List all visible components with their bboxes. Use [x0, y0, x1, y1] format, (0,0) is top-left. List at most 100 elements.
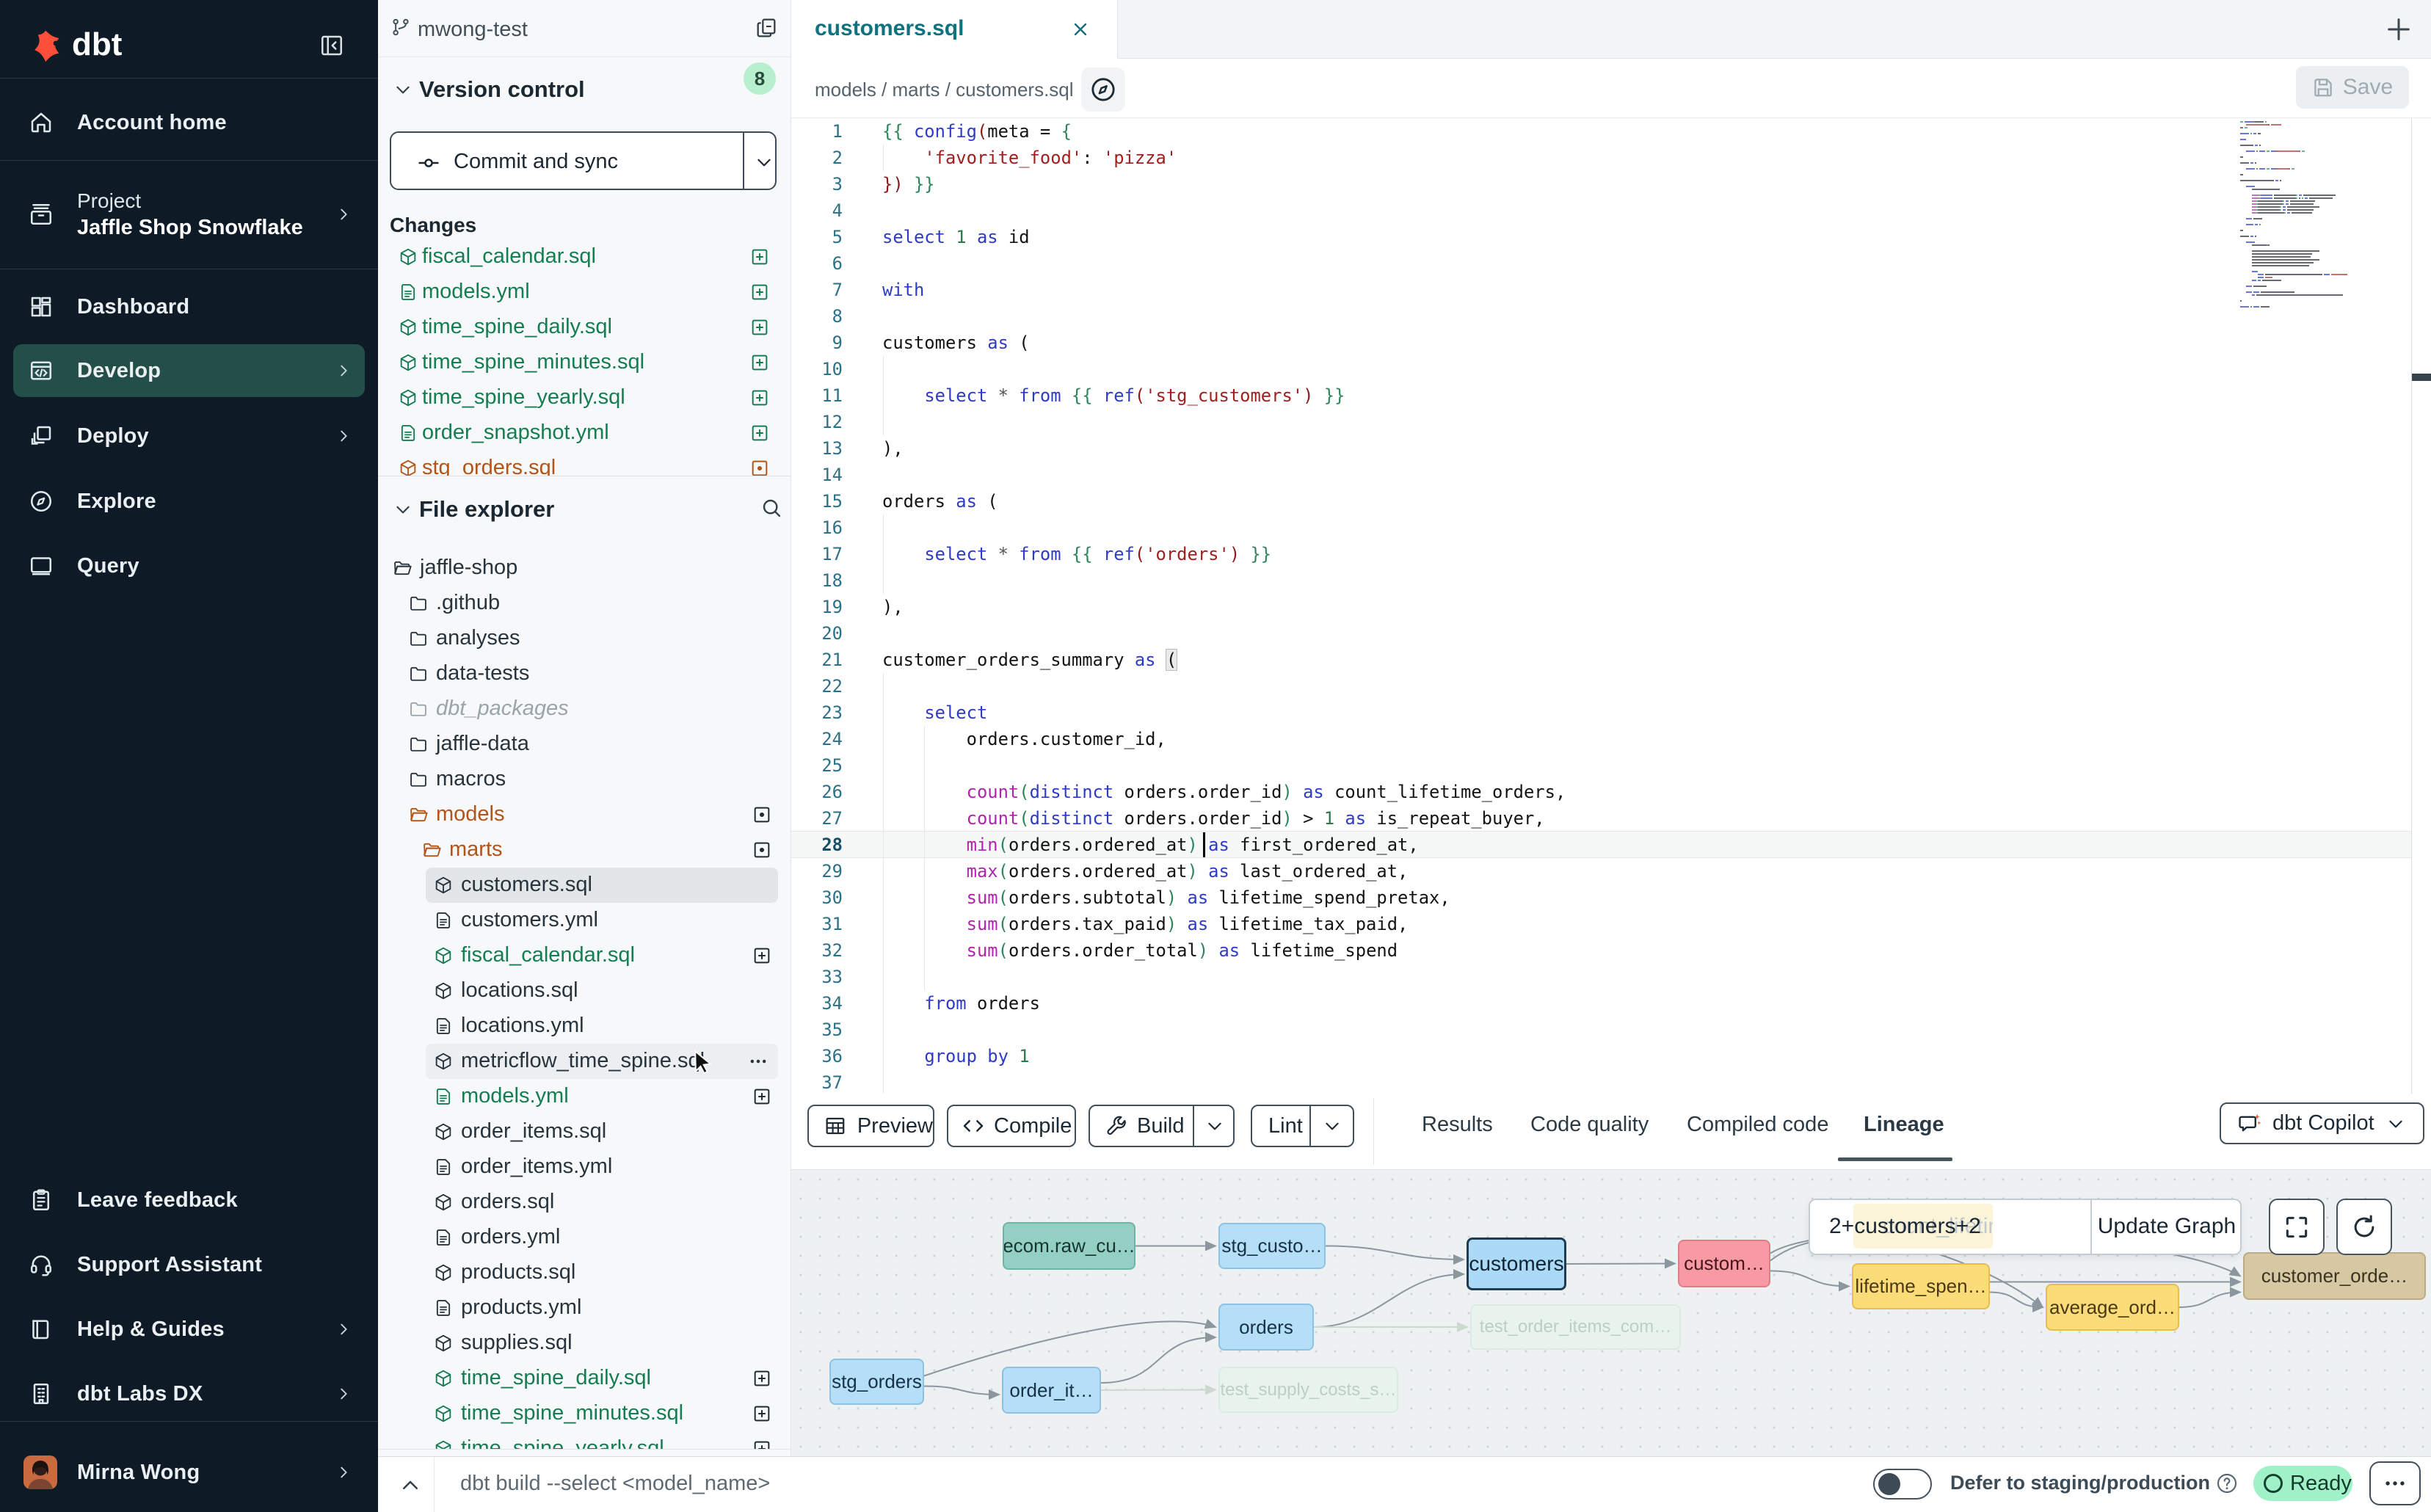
- sidebar-item-explore[interactable]: Explore: [0, 469, 378, 534]
- tab-code-quality[interactable]: Code quality: [1530, 1113, 1649, 1137]
- lineage-node-stgo[interactable]: stg_orders: [829, 1359, 924, 1405]
- sidebar-item-leave-feedback[interactable]: Leave feedback: [0, 1168, 378, 1232]
- lineage-node-tsc[interactable]: test_supply_costs_s…: [1218, 1367, 1398, 1413]
- tab-lineage[interactable]: Lineage: [1864, 1113, 1944, 1137]
- tree-item-locations-yml[interactable]: locations.yml: [378, 1008, 791, 1044]
- build-button[interactable]: Build: [1089, 1105, 1235, 1147]
- sidebar-item-develop[interactable]: Develop: [0, 338, 378, 403]
- preview-button[interactable]: Preview: [807, 1105, 934, 1147]
- change-row[interactable]: time_spine_minutes.sql: [378, 345, 791, 380]
- sidebar-collapse-icon[interactable]: [319, 32, 345, 59]
- lineage-node-oit[interactable]: order_it…: [1002, 1367, 1101, 1414]
- line-number: 28: [791, 832, 843, 858]
- change-row[interactable]: order_snapshot.yml: [378, 415, 791, 451]
- line-number: 1: [791, 118, 843, 145]
- lineage-node-avg[interactable]: average_ord…: [2046, 1284, 2179, 1331]
- editor-scrollbar-thumb[interactable]: [2412, 374, 2431, 381]
- lineage-search-input[interactable]: 2+customers+2: [1829, 1214, 1981, 1239]
- tab-compiled-code[interactable]: Compiled code: [1687, 1113, 1828, 1137]
- tree-item-models-yml[interactable]: models.yml: [378, 1079, 791, 1114]
- tree-item-order-items-sql[interactable]: order_items.sql: [378, 1114, 791, 1149]
- chevron-down-icon[interactable]: [755, 153, 774, 172]
- lineage-node-custom[interactable]: custom…: [1678, 1240, 1770, 1287]
- line-number: 5: [791, 224, 843, 250]
- lineage-search-box[interactable]: count_lifetim 2+customers+2 Update Graph: [1809, 1199, 2242, 1255]
- sidebar-item-project[interactable]: Project Jaffle Shop Snowflake: [0, 173, 378, 255]
- sidebar-item-user[interactable]: Mirna Wong: [0, 1440, 378, 1505]
- sidebar-item-dbt-labs-dx[interactable]: dbt Labs DX: [0, 1362, 378, 1426]
- lineage-graph[interactable]: ecom.raw_cu… stg_custo… customers custom… or…: [791, 1169, 2431, 1456]
- tree-item-jaffle-data[interactable]: jaffle-data: [378, 727, 791, 762]
- tree-item-macros[interactable]: macros: [378, 762, 791, 797]
- lineage-node-stgc[interactable]: stg_custo…: [1218, 1223, 1326, 1269]
- build-options-chevron[interactable]: [1205, 1116, 1224, 1135]
- change-row[interactable]: fiscal_calendar.sql: [378, 239, 791, 275]
- sidebar-item-deploy[interactable]: Deploy: [0, 404, 378, 468]
- lineage-node-toi[interactable]: test_order_items_com…: [1470, 1304, 1681, 1350]
- commit-and-sync-button[interactable]: Commit and sync: [390, 131, 777, 190]
- tree-item-data-tests[interactable]: data-tests: [378, 656, 791, 691]
- command-input[interactable]: dbt build --select <model_name>: [460, 1472, 770, 1496]
- lineage-node-ecom[interactable]: ecom.raw_cu…: [1003, 1222, 1135, 1270]
- lint-button[interactable]: Lint: [1251, 1105, 1354, 1147]
- tree-item-metricflow-time-spine-sql[interactable]: metricflow_time_spine.sql: [378, 1044, 791, 1079]
- help-icon[interactable]: [2215, 1472, 2239, 1495]
- lineage-node-customers[interactable]: customers: [1467, 1237, 1566, 1290]
- lineage-node-life[interactable]: lifetime_spen…: [1852, 1263, 1990, 1309]
- change-row[interactable]: models.yml: [378, 275, 791, 310]
- change-row[interactable]: time_spine_yearly.sql: [378, 380, 791, 415]
- tree-item-products-yml[interactable]: products.yml: [378, 1290, 791, 1326]
- defer-toggle[interactable]: [1873, 1469, 1932, 1500]
- tree-item-jaffle-shop[interactable]: jaffle-shop: [378, 550, 791, 586]
- tree-item--github[interactable]: .github: [378, 586, 791, 621]
- tree-item-products-sql[interactable]: products.sql: [378, 1255, 791, 1290]
- tree-item-locations-sql[interactable]: locations.sql: [378, 973, 791, 1008]
- tree-item-models[interactable]: models: [378, 797, 791, 832]
- lint-options-chevron[interactable]: [1323, 1116, 1342, 1135]
- tree-item-customers-yml[interactable]: customers.yml: [378, 903, 791, 938]
- more-options-button[interactable]: [2369, 1461, 2421, 1505]
- lineage-node-orders[interactable]: orders: [1218, 1304, 1314, 1351]
- sidebar-item-help-guides[interactable]: Help & Guides: [0, 1297, 378, 1362]
- expand-command-bar-chevron[interactable]: [399, 1475, 421, 1497]
- tree-item-time-spine-yearly-sql[interactable]: time_spine_yearly.sql: [378, 1431, 791, 1449]
- change-row[interactable]: stg_orders.sql: [378, 451, 791, 476]
- new-tab-button[interactable]: [2384, 15, 2413, 44]
- editor-minimap[interactable]: [2240, 121, 2431, 319]
- save-button[interactable]: Save: [2296, 66, 2409, 109]
- tab-results[interactable]: Results: [1422, 1113, 1493, 1137]
- indent-guide: [883, 356, 884, 435]
- tree-item-time-spine-daily-sql[interactable]: time_spine_daily.sql: [378, 1361, 791, 1396]
- code-line: from orders: [882, 990, 1040, 1017]
- dbt-copilot-button[interactable]: dbt Copilot: [2220, 1102, 2424, 1144]
- tree-item-fiscal-calendar-sql[interactable]: fiscal_calendar.sql: [378, 938, 791, 973]
- tree-item-analyses[interactable]: analyses: [378, 621, 791, 656]
- tree-item-marts[interactable]: marts: [378, 832, 791, 868]
- tree-item-orders-sql[interactable]: orders.sql: [378, 1185, 791, 1220]
- chevron-down-icon[interactable]: [393, 500, 413, 519]
- sidebar-item-account-home[interactable]: Account home: [0, 90, 378, 155]
- file-name: time_spine_minutes.sql: [461, 1401, 683, 1425]
- close-tab-icon[interactable]: [1070, 19, 1091, 40]
- tree-item-time-spine-minutes-sql[interactable]: time_spine_minutes.sql: [378, 1396, 791, 1431]
- fullscreen-button[interactable]: [2269, 1199, 2325, 1255]
- open-lineage-button[interactable]: [1081, 68, 1125, 112]
- sidebar-item-query[interactable]: Query: [0, 534, 378, 598]
- search-icon[interactable]: [760, 496, 783, 520]
- tab-customers-sql[interactable]: customers.sql: [791, 0, 1118, 59]
- code-editor[interactable]: 1234567891011121314151617181920212223242…: [791, 117, 2431, 1094]
- refresh-button[interactable]: [2336, 1199, 2392, 1255]
- chevron-down-icon[interactable]: [393, 80, 413, 99]
- copy-icon[interactable]: [755, 16, 778, 40]
- sidebar-item-support-assistant[interactable]: Support Assistant: [0, 1232, 378, 1297]
- tree-item-customers-sql[interactable]: customers.sql: [378, 868, 791, 903]
- update-graph-button[interactable]: Update Graph: [2092, 1214, 2242, 1239]
- tree-item-supplies-sql[interactable]: supplies.sql: [378, 1326, 791, 1361]
- sidebar-item-dashboard[interactable]: Dashboard: [0, 275, 378, 339]
- tree-item-dbt-packages[interactable]: dbt_packages: [378, 691, 791, 727]
- tree-item-orders-yml[interactable]: orders.yml: [378, 1220, 791, 1255]
- lineage-node-corde[interactable]: customer_orde…: [2243, 1252, 2426, 1300]
- change-row[interactable]: time_spine_daily.sql: [378, 310, 791, 345]
- compile-button[interactable]: Compile: [947, 1105, 1076, 1147]
- tree-item-order-items-yml[interactable]: order_items.yml: [378, 1149, 791, 1185]
